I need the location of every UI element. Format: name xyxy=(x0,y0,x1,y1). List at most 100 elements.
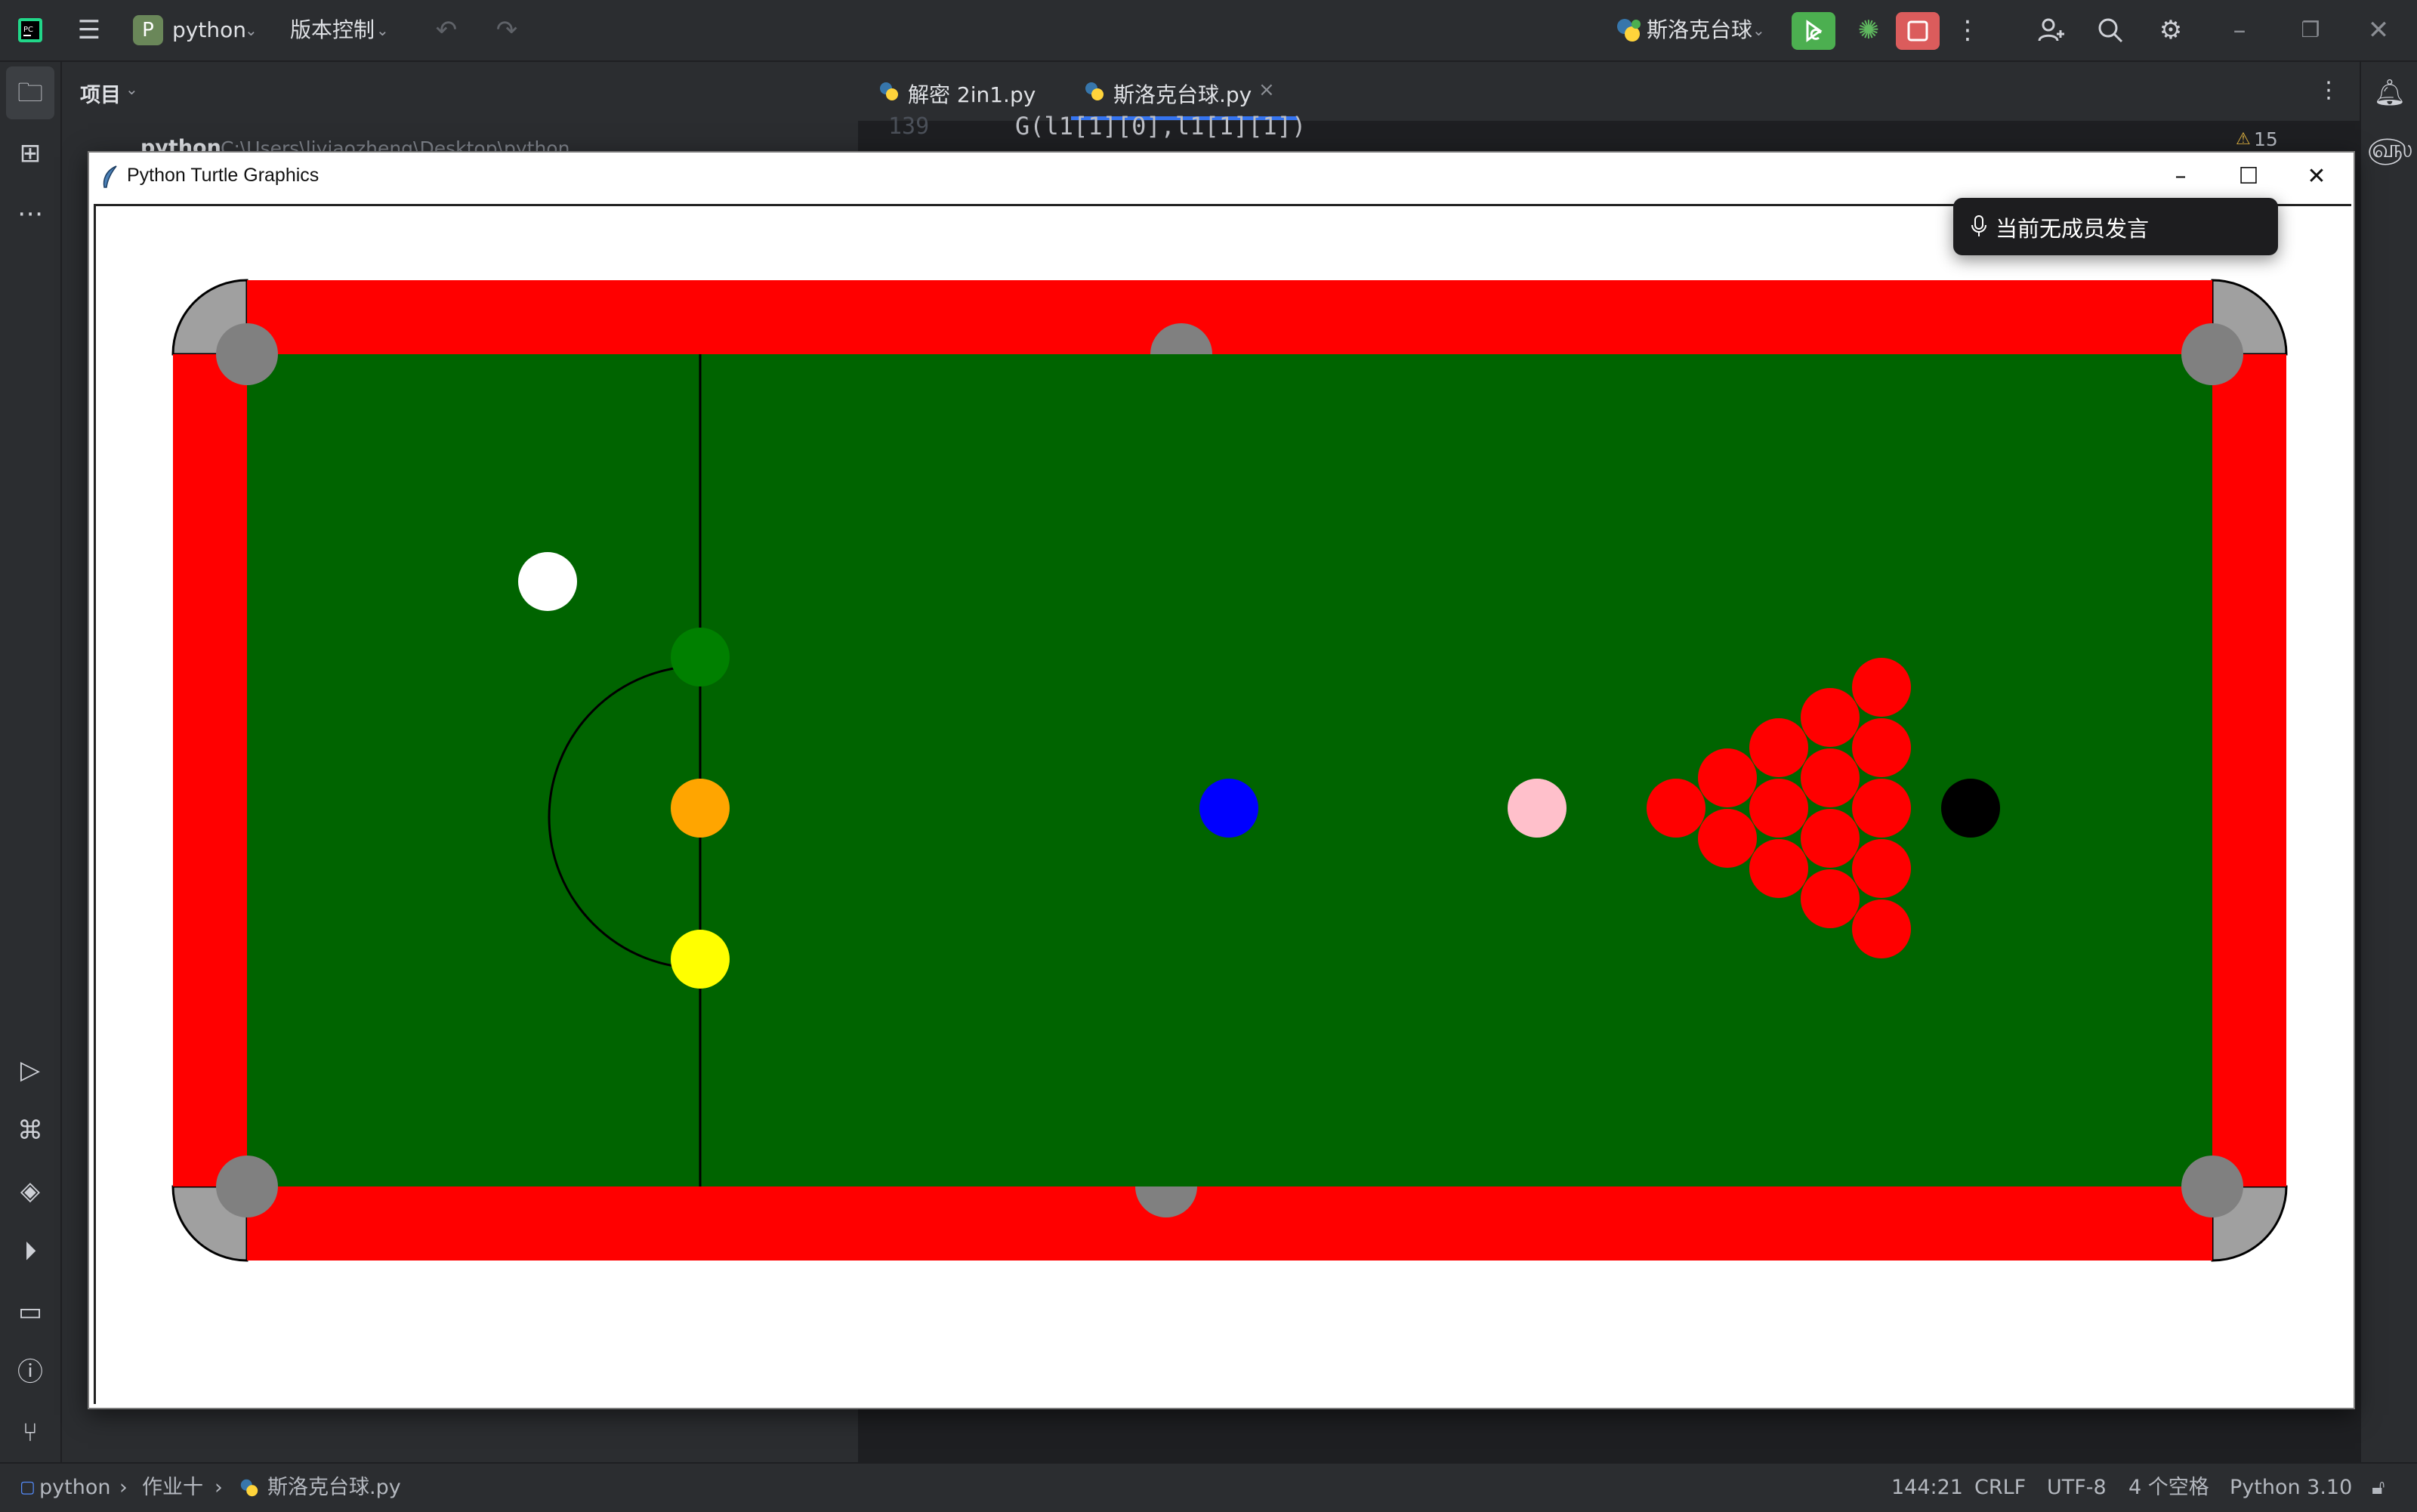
red-ball xyxy=(1852,779,1911,838)
warning-count[interactable]: 15 xyxy=(2254,128,2278,150)
cushion-top xyxy=(247,280,2212,356)
python-file-icon xyxy=(878,80,900,106)
file-encoding[interactable]: UTF-8 xyxy=(2047,1464,2107,1512)
breadcrumb-separator-icon: › xyxy=(119,1476,128,1499)
cue-ball xyxy=(518,552,577,611)
ai-assistant-icon[interactable]: ௵ xyxy=(2361,122,2417,175)
python-console-icon[interactable]: ⌘ xyxy=(0,1104,60,1157)
breadcrumb-folder[interactable]: 作业十 xyxy=(142,1464,203,1512)
stop-button[interactable] xyxy=(1896,12,1940,50)
chevron-down-icon[interactable]: ⌄ xyxy=(125,80,138,98)
chevron-down-icon[interactable]: ⌄ xyxy=(1752,0,1765,60)
table-cloth xyxy=(247,354,2212,1186)
red-ball xyxy=(1801,809,1860,868)
search-icon[interactable] xyxy=(2089,0,2131,67)
run-config-selector[interactable]: 斯洛克台球 xyxy=(1647,0,1752,60)
python-file-icon xyxy=(239,1477,260,1501)
chevron-down-icon[interactable]: ⌄ xyxy=(245,0,258,60)
breadcrumb-project[interactable]: python xyxy=(39,1464,110,1512)
code-line[interactable]: G(l1[1][0],l1[1][1]) xyxy=(1015,112,1306,140)
settings-gear-icon[interactable]: ⚙ xyxy=(2150,0,2192,60)
more-actions-icon[interactable]: ⋮ xyxy=(1949,0,1986,60)
pink-ball xyxy=(1508,779,1567,838)
feather-icon xyxy=(100,165,121,192)
editor-menu-icon[interactable]: ⋮ xyxy=(2317,77,2340,103)
rerun-button[interactable] xyxy=(1792,12,1835,50)
cushion-right xyxy=(2211,354,2286,1186)
right-tool-strip: 🔔︎ ௵ xyxy=(2360,62,2417,1462)
brown-ball xyxy=(671,779,730,838)
pycharm-logo-icon[interactable]: PC xyxy=(17,17,44,44)
layers-icon[interactable]: ◈ xyxy=(0,1165,60,1217)
minimize-icon[interactable]: – xyxy=(2213,0,2266,60)
more-tools-icon[interactable]: ⋯ xyxy=(0,187,60,240)
add-user-icon[interactable] xyxy=(2030,0,2073,67)
turtle-maximize-icon[interactable]: ☐ xyxy=(2215,153,2283,201)
tab-decrypt[interactable]: 解密 2in1.py xyxy=(908,79,1036,109)
ide-toolbar: PC ☰ P python ⌄ 版本控制 ⌄ ↶ ↷ 斯洛克台球 ⌄ ✺ ⋮ ⚙… xyxy=(0,0,2417,62)
chevron-down-icon[interactable]: ⌄ xyxy=(376,0,389,60)
problems-icon[interactable]: ⓘ xyxy=(0,1346,60,1399)
cushion-left xyxy=(173,354,248,1186)
microphone-icon xyxy=(1970,214,1988,242)
pocket-bottom-right xyxy=(2181,1156,2243,1217)
turtle-window-title: Python Turtle Graphics xyxy=(127,165,319,186)
tab-close-icon[interactable]: × xyxy=(1258,79,1275,101)
red-ball xyxy=(1852,899,1911,958)
debug-icon[interactable]: ✺ xyxy=(1846,0,1891,60)
structure-icon[interactable]: ⊞ xyxy=(0,127,60,180)
black-ball xyxy=(1941,779,2000,838)
turtle-graphics-window: Python Turtle Graphics – ☐ ✕ xyxy=(88,151,2355,1409)
red-ball xyxy=(1749,779,1808,838)
red-ball xyxy=(1852,839,1911,898)
main-menu-icon[interactable]: ☰ xyxy=(68,0,110,60)
project-selector[interactable]: python xyxy=(172,0,246,60)
red-ball xyxy=(1852,658,1911,717)
python-run-config-icon xyxy=(1615,17,1642,44)
close-icon[interactable]: ✕ xyxy=(2352,0,2405,60)
redo-icon[interactable]: ↷ xyxy=(488,0,526,60)
terminal-icon[interactable]: ▭ xyxy=(0,1285,60,1338)
green-ball xyxy=(671,628,730,687)
svg-text:PC: PC xyxy=(23,26,33,34)
red-ball xyxy=(1801,869,1860,928)
turtle-minimize-icon[interactable]: – xyxy=(2147,153,2215,201)
git-icon[interactable]: ⑂ xyxy=(0,1406,60,1459)
red-ball xyxy=(1698,748,1757,807)
notifications-bell-icon[interactable]: 🔔︎ xyxy=(2361,66,2417,119)
restore-icon[interactable]: ❐ xyxy=(2284,0,2337,60)
pocket-top-left xyxy=(216,323,278,385)
undo-icon[interactable]: ↶ xyxy=(428,0,465,60)
red-ball xyxy=(1749,718,1808,777)
lock-icon[interactable]: 🔓︎ xyxy=(2372,1464,2385,1512)
red-ball xyxy=(1647,779,1705,838)
red-ball xyxy=(1698,809,1757,868)
red-ball xyxy=(1801,688,1860,747)
toast-text: 当前无成员发言 xyxy=(1996,216,2150,242)
yellow-ball xyxy=(671,930,730,989)
python-interpreter[interactable]: Python 3.10 xyxy=(2230,1464,2352,1512)
run-tool-icon[interactable]: ▷ xyxy=(0,1044,60,1097)
tab-snooker[interactable]: 斯洛克台球.py xyxy=(1113,79,1252,109)
cushion-bottom xyxy=(247,1185,2212,1261)
line-ending[interactable]: CRLF xyxy=(1974,1464,2026,1512)
red-ball xyxy=(1749,839,1808,898)
status-bar: ▢ python › 作业十 › 斯洛克台球.py 144:21 CRLF UT… xyxy=(0,1462,2417,1512)
red-ball xyxy=(1852,718,1911,777)
project-panel-title[interactable]: 项目 xyxy=(80,79,121,108)
services-icon[interactable]: ⏵ xyxy=(0,1225,60,1278)
vcs-menu[interactable]: 版本控制 xyxy=(290,0,375,60)
indent-setting[interactable]: 4 个空格 xyxy=(2128,1464,2209,1512)
left-tool-strip: 🗀 ⊞ ⋯ ▷ ⌘ ◈ ⏵ ▭ ⓘ ⑂ xyxy=(0,62,62,1462)
project-folder-icon[interactable]: 🗀 xyxy=(6,66,54,119)
turtle-canvas[interactable] xyxy=(94,204,2351,1404)
breadcrumb-file[interactable]: 斯洛克台球.py xyxy=(267,1464,401,1512)
warning-icon[interactable]: ⚠ xyxy=(2236,130,2251,149)
python-file-icon xyxy=(1083,80,1106,106)
turtle-window-titlebar[interactable]: Python Turtle Graphics – ☐ ✕ xyxy=(89,153,2354,201)
breadcrumb-separator-icon: › xyxy=(215,1476,223,1499)
turtle-close-icon[interactable]: ✕ xyxy=(2283,153,2351,201)
line-number: 139 xyxy=(888,113,930,140)
blue-ball xyxy=(1199,779,1258,838)
caret-position[interactable]: 144:21 xyxy=(1891,1464,1963,1512)
